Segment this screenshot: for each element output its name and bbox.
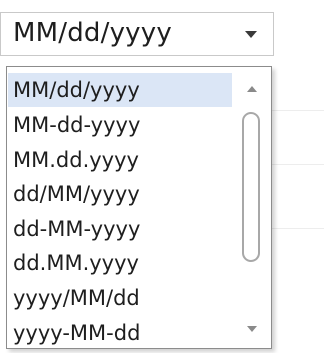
dropdown-list-popup: MM/dd/yyyy MM-dd-yyyy MM.dd.yyyy dd/MM/y… — [6, 66, 272, 349]
scrollbar-thumb[interactable] — [242, 112, 260, 262]
scroll-down-arrow-icon[interactable] — [247, 326, 257, 332]
date-format-selector: MM/dd/yyyy MM/dd/yyyy MM-dd-yyyy MM.dd.y… — [0, 0, 324, 353]
options-list: MM/dd/yyyy MM-dd-yyyy MM.dd.yyyy dd/MM/y… — [8, 68, 232, 348]
scroll-up-arrow-icon[interactable] — [247, 86, 257, 92]
dropdown-option[interactable]: MM.dd.yyyy — [8, 143, 232, 177]
dropdown-option[interactable]: dd/MM/yyyy — [8, 177, 232, 211]
dropdown-option-selected[interactable]: MM/dd/yyyy — [8, 73, 232, 107]
background-divider — [272, 228, 324, 229]
dropdown-option[interactable]: MM-dd-yyyy — [8, 108, 232, 142]
vertical-scrollbar[interactable] — [233, 68, 271, 348]
background-divider — [272, 164, 324, 165]
background-divider — [272, 110, 324, 111]
combobox-selected-value: MM/dd/yyyy — [13, 18, 172, 48]
chevron-down-icon[interactable] — [245, 31, 257, 38]
dropdown-option[interactable]: yyyy-MM-dd — [8, 316, 232, 348]
dropdown-option[interactable]: dd-MM-yyyy — [8, 212, 232, 246]
dropdown-option[interactable]: yyyy/MM/dd — [8, 281, 232, 315]
dropdown-option[interactable]: dd.MM.yyyy — [8, 246, 232, 280]
date-format-combobox[interactable]: MM/dd/yyyy — [0, 12, 274, 56]
